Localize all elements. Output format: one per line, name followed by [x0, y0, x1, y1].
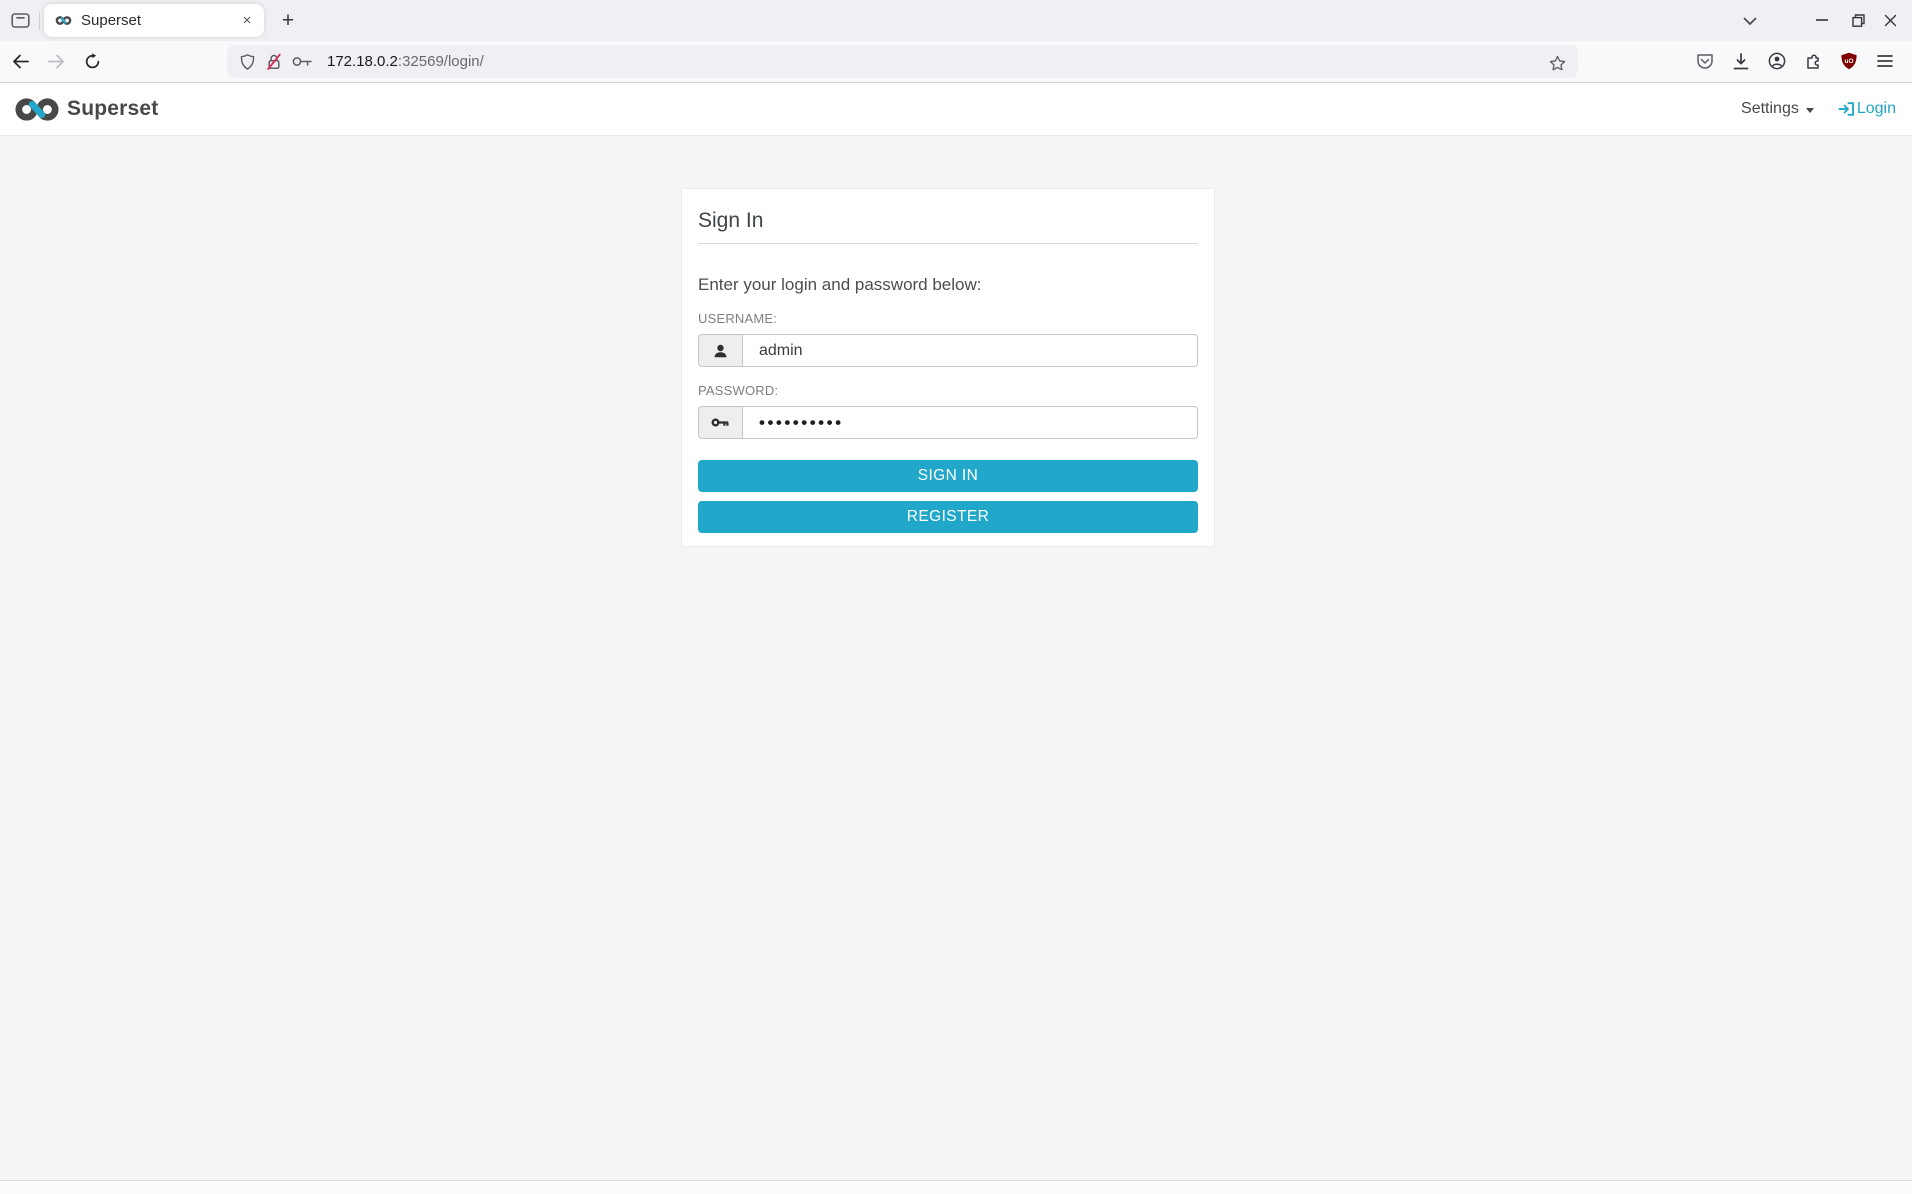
- login-link[interactable]: Login: [1838, 100, 1896, 118]
- firefox-view-button[interactable]: [6, 6, 34, 34]
- insecure-lock-icon[interactable]: [265, 53, 283, 71]
- account-icon: [1768, 52, 1786, 70]
- back-icon: [12, 54, 29, 69]
- menu-button[interactable]: [1871, 47, 1899, 75]
- ublock-button[interactable]: uO: [1835, 47, 1863, 75]
- page-footer-divider: [0, 1180, 1912, 1194]
- forward-icon: [47, 54, 65, 69]
- superset-navbar: Superset Settings Login: [0, 83, 1912, 136]
- tab-title: Superset: [81, 12, 142, 29]
- password-addon: [698, 406, 742, 439]
- tabs-dropdown-icon: [1743, 17, 1757, 26]
- tab-separator: [39, 11, 40, 30]
- extensions-icon: [1805, 53, 1822, 70]
- login-label: Login: [1856, 100, 1896, 117]
- svg-text:uO: uO: [1844, 58, 1853, 65]
- minimize-window-button[interactable]: [1808, 6, 1836, 34]
- user-icon: [712, 343, 729, 359]
- tabs-dropdown-button[interactable]: [1736, 7, 1764, 35]
- superset-brand-link[interactable]: Superset: [14, 95, 158, 124]
- download-icon: [1733, 52, 1749, 70]
- browser-window: Superset × + 172.18.0.2:32569/login/ uO …: [0, 0, 1912, 1194]
- url-bar[interactable]: 172.18.0.2:32569/login/: [227, 45, 1578, 78]
- close-window-button[interactable]: [1876, 6, 1904, 34]
- username-input[interactable]: [742, 334, 1198, 367]
- card-title: Sign In: [698, 202, 1198, 244]
- passkey-icon[interactable]: [292, 55, 313, 68]
- account-button[interactable]: [1763, 47, 1791, 75]
- password-input-group: [698, 406, 1198, 439]
- password-input[interactable]: [742, 406, 1198, 439]
- superset-logo: [14, 95, 60, 124]
- downloads-button[interactable]: [1727, 47, 1755, 75]
- minimize-icon: [1816, 19, 1828, 21]
- restore-icon: [1851, 13, 1865, 27]
- firefox-view-icon: [10, 12, 30, 29]
- tab-bar: Superset × +: [0, 0, 1912, 41]
- register-button[interactable]: REGISTER: [698, 501, 1198, 533]
- new-tab-button[interactable]: +: [274, 7, 302, 35]
- reload-button[interactable]: [78, 47, 106, 75]
- pocket-icon: [1696, 53, 1714, 70]
- username-addon: [698, 334, 742, 367]
- sign-in-button[interactable]: SIGN IN: [698, 460, 1198, 492]
- caret-down-icon: [1805, 107, 1814, 113]
- close-window-icon: [1884, 14, 1897, 27]
- url-text: 172.18.0.2:32569/login/: [327, 53, 484, 70]
- extensions-button[interactable]: [1799, 47, 1827, 75]
- superset-favicon: [55, 15, 72, 26]
- menu-icon: [1877, 55, 1893, 67]
- pocket-button[interactable]: [1691, 47, 1719, 75]
- reload-icon: [84, 52, 101, 70]
- username-input-group: [698, 334, 1198, 367]
- login-icon: [1838, 101, 1855, 117]
- ublock-icon: uO: [1840, 52, 1858, 70]
- bookmark-star-icon: [1549, 55, 1566, 71]
- sign-in-card: Sign In Enter your login and password be…: [681, 188, 1215, 547]
- url-host: 172.18.0.2: [327, 53, 398, 70]
- close-tab-button[interactable]: ×: [236, 10, 258, 32]
- settings-menu[interactable]: Settings: [1741, 100, 1814, 118]
- password-label: PASSWORD:: [698, 383, 779, 398]
- username-label: USERNAME:: [698, 311, 778, 326]
- browser-tab-superset[interactable]: Superset ×: [44, 4, 264, 37]
- bookmark-star-button[interactable]: [1546, 52, 1568, 74]
- page-viewport: Superset Settings Login Sign In Enter yo…: [0, 83, 1912, 1194]
- back-button[interactable]: [6, 47, 34, 75]
- forward-button[interactable]: [42, 47, 70, 75]
- url-path: :32569/login/: [397, 53, 484, 70]
- instruction-text: Enter your login and password below:: [698, 275, 982, 294]
- key-icon: [711, 416, 730, 429]
- browser-toolbar: 172.18.0.2:32569/login/ uO: [0, 41, 1912, 83]
- settings-label: Settings: [1741, 100, 1799, 117]
- restore-window-button[interactable]: [1844, 6, 1872, 34]
- brand-text: Superset: [67, 97, 159, 120]
- tracking-shield-icon[interactable]: [239, 53, 256, 71]
